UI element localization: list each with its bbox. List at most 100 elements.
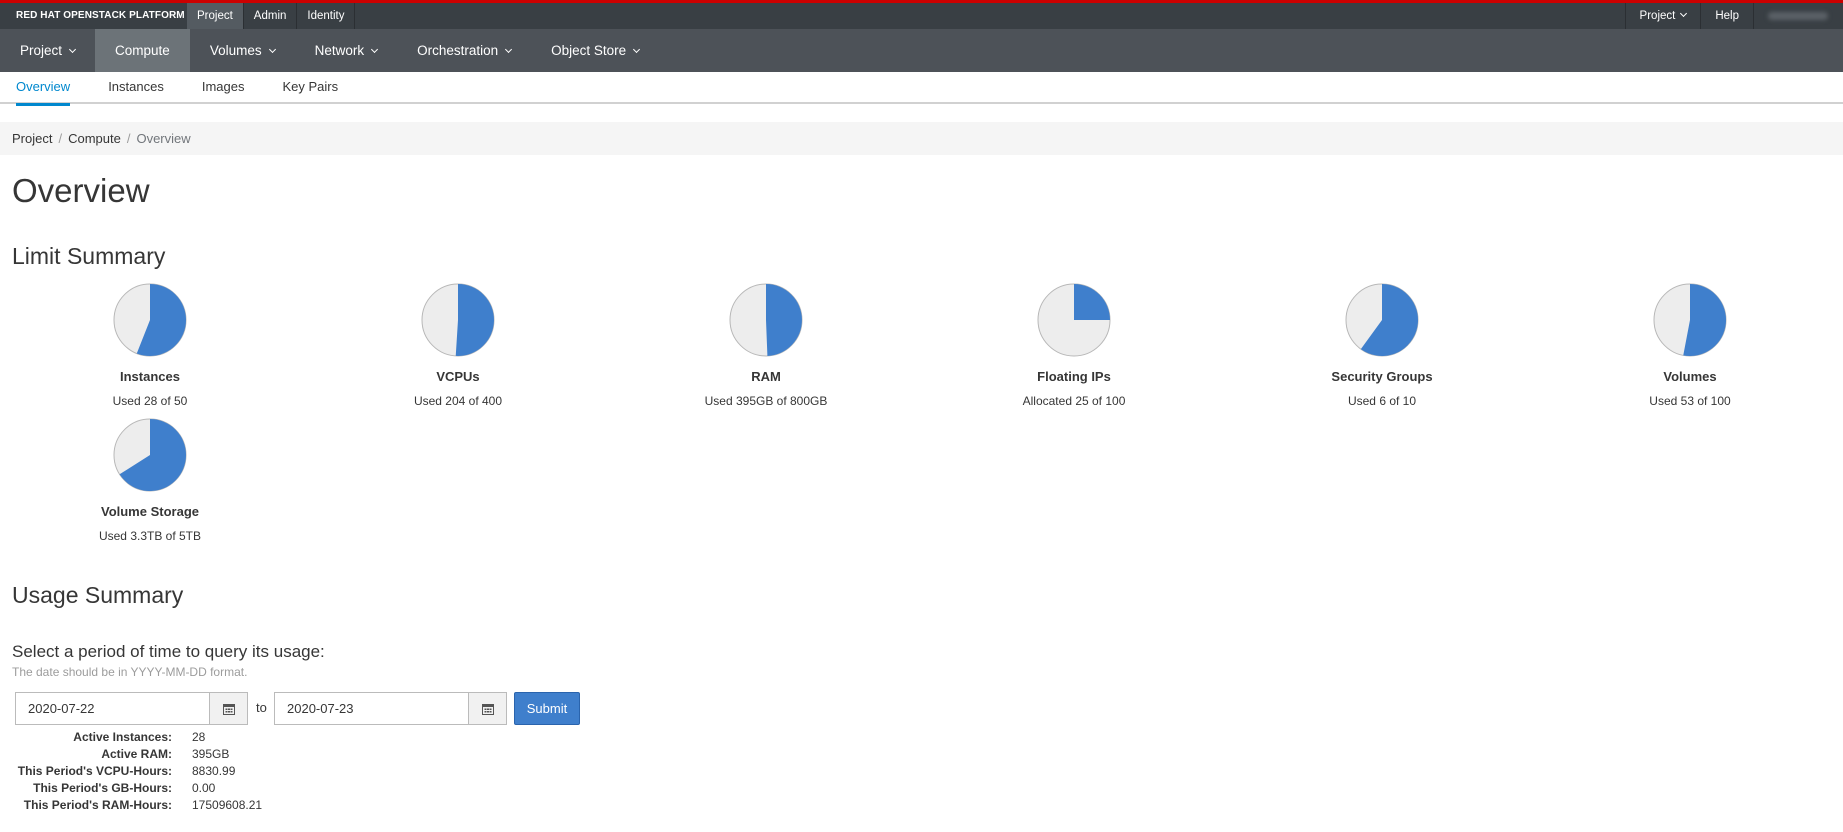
date-range-to-label: to	[256, 700, 267, 715]
period-label: Select a period of time to query its usa…	[12, 642, 325, 661]
pie-volumes: Volumes Used 53 of 100	[1605, 282, 1775, 408]
pie-usage-text: Allocated 25 of 100	[1022, 394, 1126, 408]
chevron-down-icon	[371, 45, 379, 54]
nav-volumes-label: Volumes	[209, 43, 262, 58]
usage-summary-heading: Usage Summary	[12, 582, 184, 608]
stat-row: Active Instances: 28	[12, 729, 262, 746]
pie-used-slice	[1074, 284, 1110, 320]
stat-label: This Period's GB-Hours:	[33, 781, 172, 795]
pie-ram: RAM Used 395GB of 800GB	[681, 282, 851, 408]
masthead: RED HAT OPENSTACK PLATFORM Project Admin…	[0, 0, 1843, 29]
chevron-down-icon	[68, 45, 77, 54]
pie-label: Security Groups	[1331, 369, 1433, 384]
pie-instances: Instances Used 28 of 50	[65, 282, 235, 408]
stat-row: This Period's RAM-Hours: 17509608.21	[12, 797, 262, 814]
project-switcher[interactable]: Project	[1624, 3, 1701, 29]
nav-network-label: Network	[314, 43, 365, 58]
pie-usage-text: Used 6 of 10	[1347, 394, 1417, 408]
subnav-key-pairs[interactable]: Key Pairs	[272, 72, 348, 104]
calendar-icon	[222, 703, 235, 715]
pie-used-slice	[766, 284, 802, 356]
nav-project[interactable]: Project	[0, 29, 95, 72]
top-tab-project[interactable]: Project	[187, 3, 244, 29]
pie-label: Volumes	[1663, 369, 1717, 384]
pie-label: Volume Storage	[100, 504, 199, 519]
user-menu[interactable]	[1753, 3, 1843, 29]
stat-label: Active Instances:	[73, 730, 172, 744]
pie-chart	[113, 418, 187, 492]
nav-orchestration[interactable]: Orchestration	[397, 29, 531, 72]
top-tab-admin[interactable]: Admin	[244, 3, 298, 29]
stat-value: 17509608.21	[192, 798, 263, 812]
breadcrumb-separator: /	[58, 131, 63, 146]
chevron-down-icon	[633, 45, 641, 54]
limit-summary-heading: Limit Summary	[12, 243, 166, 269]
breadcrumb-overview: Overview	[136, 131, 191, 146]
compute-subnav: Overview Instances Images Key Pairs	[0, 72, 1843, 106]
breadcrumb: Project / Compute / Overview	[0, 122, 1843, 155]
pie-chart	[1345, 283, 1419, 357]
start-date-input[interactable]	[15, 692, 210, 725]
pie-volume-storage: Volume Storage Used 3.3TB of 5TB	[65, 417, 235, 543]
project-switcher-label: Project	[1639, 10, 1676, 22]
nav-compute[interactable]: Compute	[95, 29, 190, 72]
breadcrumb-project[interactable]: Project	[12, 131, 52, 146]
pie-chart	[421, 283, 495, 357]
chevron-down-icon	[268, 45, 276, 54]
end-date-picker-button[interactable]	[469, 692, 507, 725]
start-date-picker-button[interactable]	[210, 692, 248, 725]
help-link[interactable]: Help	[1700, 3, 1753, 29]
pie-label: Instances	[120, 369, 180, 384]
pie-used-slice	[455, 284, 494, 356]
breadcrumb-separator: /	[126, 131, 131, 146]
pie-usage-text: Used 395GB of 800GB	[704, 394, 828, 408]
end-date-input[interactable]	[274, 692, 469, 725]
nav-project-label: Project	[20, 43, 63, 58]
nav-object-store[interactable]: Object Store	[531, 29, 659, 72]
stat-value: 28	[192, 730, 206, 744]
chevron-down-icon	[505, 45, 513, 54]
nav-volumes[interactable]: Volumes	[190, 29, 295, 72]
user-name-redacted	[1768, 12, 1828, 20]
stat-label: Active RAM:	[101, 747, 172, 761]
stat-row: Active RAM: 395GB	[12, 746, 262, 763]
pie-usage-text: Used 28 of 50	[112, 394, 188, 408]
stat-value: 395GB	[192, 747, 230, 761]
stat-row: This Period's GB-Hours: 0.00	[12, 780, 262, 797]
stat-label: This Period's VCPU-Hours:	[17, 764, 172, 778]
masthead-right: Project Help	[1624, 3, 1843, 29]
pie-chart	[113, 283, 187, 357]
pie-usage-text: Used 204 of 400	[413, 394, 503, 408]
pie-chart	[729, 283, 803, 357]
pie-chart	[1653, 283, 1727, 357]
pie-usage-text: Used 3.3TB of 5TB	[98, 529, 202, 543]
primary-nav: Project Compute Volumes Network Orchestr…	[0, 29, 1843, 72]
date-format-help: The date should be in YYYY-MM-DD format.	[12, 665, 248, 679]
nav-object-store-label: Object Store	[551, 43, 627, 58]
pie-security-groups: Security Groups Used 6 of 10	[1297, 282, 1467, 408]
subnav-instances[interactable]: Instances	[98, 72, 174, 104]
start-date-group	[15, 692, 248, 725]
pie-usage-text: Used 53 of 100	[1649, 394, 1731, 408]
pie-label: Floating IPs	[1037, 369, 1111, 384]
chevron-down-icon	[1680, 9, 1688, 18]
page-title: Overview	[12, 172, 150, 209]
stat-value: 0.00	[192, 781, 216, 795]
subnav-overview[interactable]: Overview	[6, 72, 80, 106]
nav-network[interactable]: Network	[295, 29, 398, 72]
top-tabs: Project Admin Identity	[187, 3, 356, 29]
stat-row: This Period's VCPU-Hours: 8830.99	[12, 763, 262, 780]
brand-logo[interactable]: RED HAT OPENSTACK PLATFORM	[16, 10, 185, 21]
pie-vcpus: VCPUs Used 204 of 400	[373, 282, 543, 408]
pie-label: RAM	[751, 369, 781, 384]
subnav-images[interactable]: Images	[192, 72, 255, 104]
pie-chart	[1037, 283, 1111, 357]
stat-label: This Period's RAM-Hours:	[23, 798, 172, 812]
breadcrumb-compute[interactable]: Compute	[68, 131, 121, 146]
submit-button[interactable]: Submit	[514, 692, 580, 725]
top-tab-identity[interactable]: Identity	[297, 3, 356, 29]
calendar-icon	[481, 703, 494, 715]
nav-orchestration-label: Orchestration	[417, 43, 499, 58]
stat-value: 8830.99	[192, 764, 236, 778]
nav-compute-label: Compute	[115, 43, 170, 58]
